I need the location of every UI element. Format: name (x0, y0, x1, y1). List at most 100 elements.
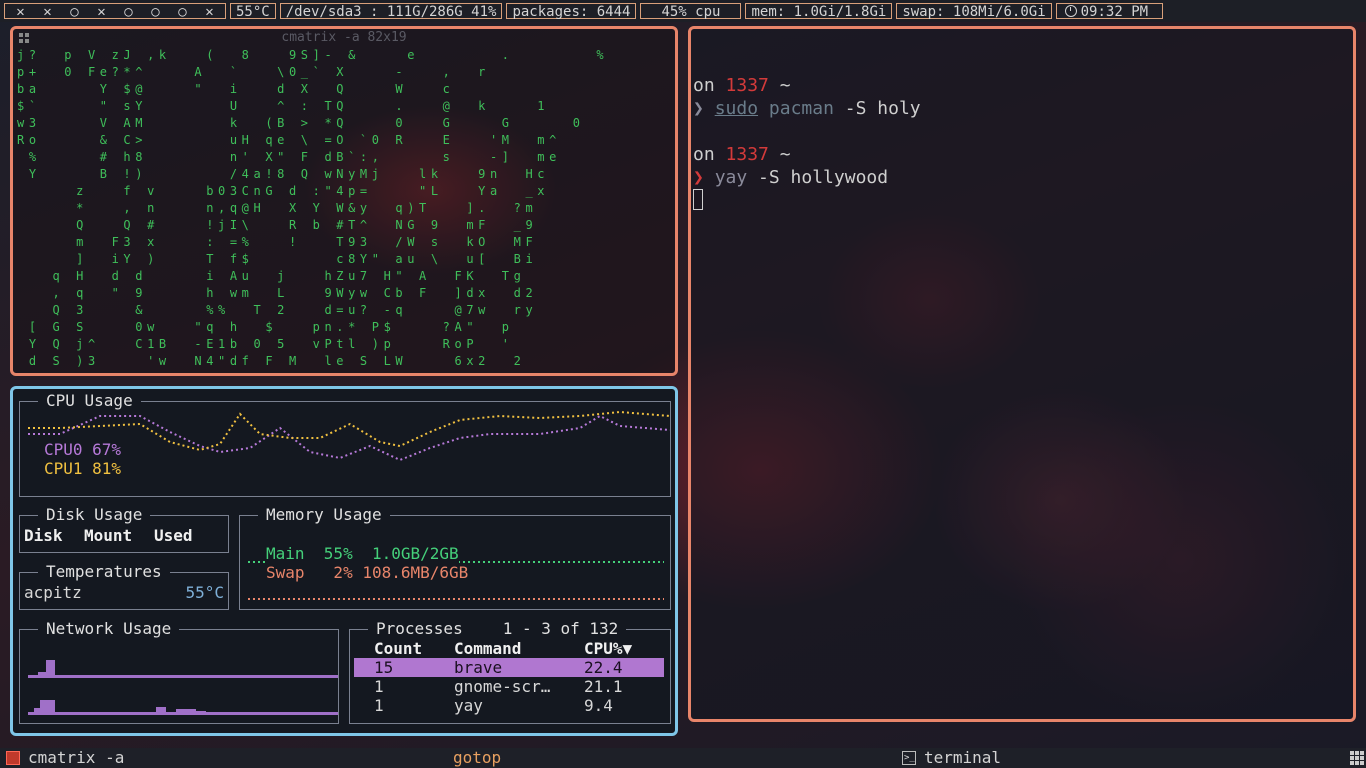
clock-text: 09:32 PM (1080, 4, 1149, 20)
gotop-window[interactable]: CPU Usage CPU0 67% CPU1 81% Disk Usage D… (10, 386, 678, 736)
swap-module: swap: 108Mi/6.0Gi (896, 3, 1052, 20)
prompt-arrow-icon: ❯ (693, 167, 715, 188)
matrix-row: $` " sY U ^ : TQ . @ k 1 (17, 99, 550, 113)
matrix-row: j? p V zJ ,k ( 8 9S]- & e . % (17, 48, 609, 62)
text-cursor (693, 189, 703, 210)
task-gotop[interactable]: gotop (453, 748, 501, 768)
mem-main-legend: Main 55% 1.0GB/2GB (266, 544, 459, 563)
temp-sensor-name: acpitz (24, 583, 82, 602)
process-row[interactable]: 15 brave 22.4 (354, 658, 664, 677)
cpu1-line (28, 410, 670, 452)
workspace-5[interactable]: ○ (115, 4, 142, 20)
matrix-row: Q 3 & %% T 2 d=u? -q @7w ry (17, 303, 538, 317)
network-usage-panel: Network Usage (19, 619, 339, 724)
workspace-7[interactable]: ○ (169, 4, 196, 20)
matrix-row: Y B !) /4a!8 Q wNyMj lk 9n Hc (17, 167, 550, 181)
host-label: 1337 (725, 144, 769, 165)
matrix-row: Y Q j^ C1B -E1b 0 5 vPtl )p RoP ' (17, 337, 514, 351)
cmd-pacman: pacman (768, 98, 834, 119)
temperatures-panel: Temperatures acpitz 55°C (19, 562, 229, 610)
terminal-window[interactable]: on 1337 ~ ❯ sudo pacman -S holy on 1337 … (688, 26, 1356, 722)
workspace-3[interactable]: ○ (61, 4, 88, 20)
proc-header-command[interactable]: Command (454, 639, 521, 658)
process-command: gnome-scr… (454, 677, 551, 696)
matrix-row: z f v b03CnG d :"4p= "L Ya _x (17, 184, 550, 198)
cpu1-legend: CPU1 81% (44, 459, 122, 478)
clock-icon (1064, 5, 1077, 17)
disk-usage-panel: Disk Usage Disk Mount Used (19, 505, 229, 553)
cpu-usage-panel: CPU Usage CPU0 67% CPU1 81% (19, 391, 671, 497)
proc-header-cpu[interactable]: CPU%▼ (584, 639, 632, 658)
memory-module: mem: 1.0Gi/1.8Gi (745, 3, 893, 20)
cursor-line[interactable] (693, 189, 921, 212)
matrix-row: ] iY ) T f$ c8Y" au \ u[ Bi (17, 252, 538, 266)
process-count: 1 (374, 677, 384, 696)
cmd-args: -S hollywood (747, 167, 889, 188)
prompt-line-2: on 1337 ~ (693, 143, 921, 166)
net-rx-bars (28, 660, 338, 678)
cpu0-legend: CPU0 67% (44, 440, 122, 459)
workspace-6[interactable]: ○ (142, 4, 169, 20)
memory-usage-panel: Memory Usage Main 55% 1.0GB/2GB Swap 2% … (239, 505, 671, 610)
workspace-switcher[interactable]: ✕ ✕ ○ ✕ ○ ○ ○ ✕ (4, 3, 226, 20)
matrix-row: * , n n,q@H X Y W&y q)T ]. ?m (17, 201, 538, 215)
processes-panel: Processes 1 - 3 of 132 Count Command CPU%… (349, 619, 671, 724)
cpu-module: 45% cpu (640, 3, 742, 20)
temperature-module: 55°C (230, 3, 276, 20)
task-cmatrix[interactable]: cmatrix -a (28, 748, 124, 768)
workspace-2[interactable]: ✕ (34, 4, 61, 20)
command-line-2: ❯ yay -S hollywood (693, 166, 921, 189)
disk-header-disk: Disk (24, 526, 63, 545)
matrix-row: Q Q # !jI\ R b #T^ NG 9 mF _9 (17, 218, 538, 232)
grid-icon (19, 33, 29, 43)
disk-header-used: Used (154, 526, 193, 545)
disk-module: /dev/sda3 : 111G/286G 41% (279, 3, 503, 20)
matrix-title-text: cmatrix -a 82x19 (281, 30, 407, 45)
temp-panel-title: Temperatures (38, 562, 170, 582)
matrix-row: d S )3 'w N4"df F M le S LW 6x2 2 (17, 354, 526, 367)
disk-header-mount: Mount (84, 526, 133, 545)
mem-swap-legend: Swap 2% 108.6MB/6GB (266, 563, 469, 582)
process-row[interactable]: 1 gnome-scr… 21.1 (354, 677, 664, 696)
cmd-sudo: sudo (714, 98, 759, 119)
proc-header-count[interactable]: Count (374, 639, 422, 658)
prompt-arrow-icon: ❯ (693, 98, 715, 119)
workspace-1[interactable]: ✕ (7, 4, 34, 20)
prompt-prefix: on (693, 75, 726, 96)
matrix-titlebar: cmatrix -a 82x19 (13, 29, 675, 47)
matrix-row: m F3 x : =% ! T93 /W s kO MF (17, 235, 538, 249)
cmd-args: -S holy (833, 98, 921, 119)
processes-range: 1 - 3 of 132 (502, 619, 619, 638)
terminal-blank (693, 120, 921, 143)
cmatrix-window[interactable]: cmatrix -a 82x19 j? p V zJ ,k ( 8 9S]- &… (10, 26, 678, 376)
prompt-suffix: ~ (768, 75, 791, 96)
net-tx-bars (28, 700, 338, 715)
matrix-row: q H d d i Au j hZu7 H" A FK Tg (17, 269, 526, 283)
matrix-row: p+ 0 Fe?*^ A ` \0_` X - , r (17, 65, 490, 79)
matrix-row: Ro & C> uH qe \ =O `0 R E 'M m^ (17, 133, 561, 147)
prompt-prefix: on (693, 144, 726, 165)
packages-module: packages: 6444 (506, 3, 637, 20)
matrix-row: , q " 9 h wm L 9Wyw Cb F ]dx d2 (17, 286, 538, 300)
clock-module: 09:32 PM (1055, 3, 1164, 20)
tile-layout-icon[interactable] (1350, 751, 1364, 765)
matrix-rain: j? p V zJ ,k ( 8 9S]- & e . % p+ 0 Fe?*^ … (17, 47, 671, 367)
network-graph (28, 660, 338, 715)
process-row[interactable]: 1 yay 9.4 (354, 696, 664, 715)
matrix-row: [ G S 0w "q h $ pn.* P$ ?A" p (17, 320, 514, 334)
process-cpu: 22.4 (584, 658, 623, 677)
cpu0-line (28, 414, 670, 462)
task-terminal[interactable]: terminal (924, 748, 1001, 768)
process-count: 1 (374, 696, 384, 715)
workspace-8[interactable]: ✕ (196, 4, 223, 20)
prompt-suffix: ~ (768, 144, 791, 165)
terminal-output[interactable]: on 1337 ~ ❯ sudo pacman -S holy on 1337 … (693, 51, 921, 212)
process-command: brave (454, 658, 503, 677)
matrix-row: ba Y $@ " i d X Q W c (17, 82, 455, 96)
workspace-4[interactable]: ✕ (88, 4, 115, 20)
cmd-yay: yay (714, 167, 748, 188)
terminal-app-icon (902, 748, 916, 768)
disk-panel-title: Disk Usage (38, 505, 151, 525)
bottom-taskbar: cmatrix -a gotop terminal (0, 748, 1366, 768)
terminal-line-1 (693, 51, 921, 74)
